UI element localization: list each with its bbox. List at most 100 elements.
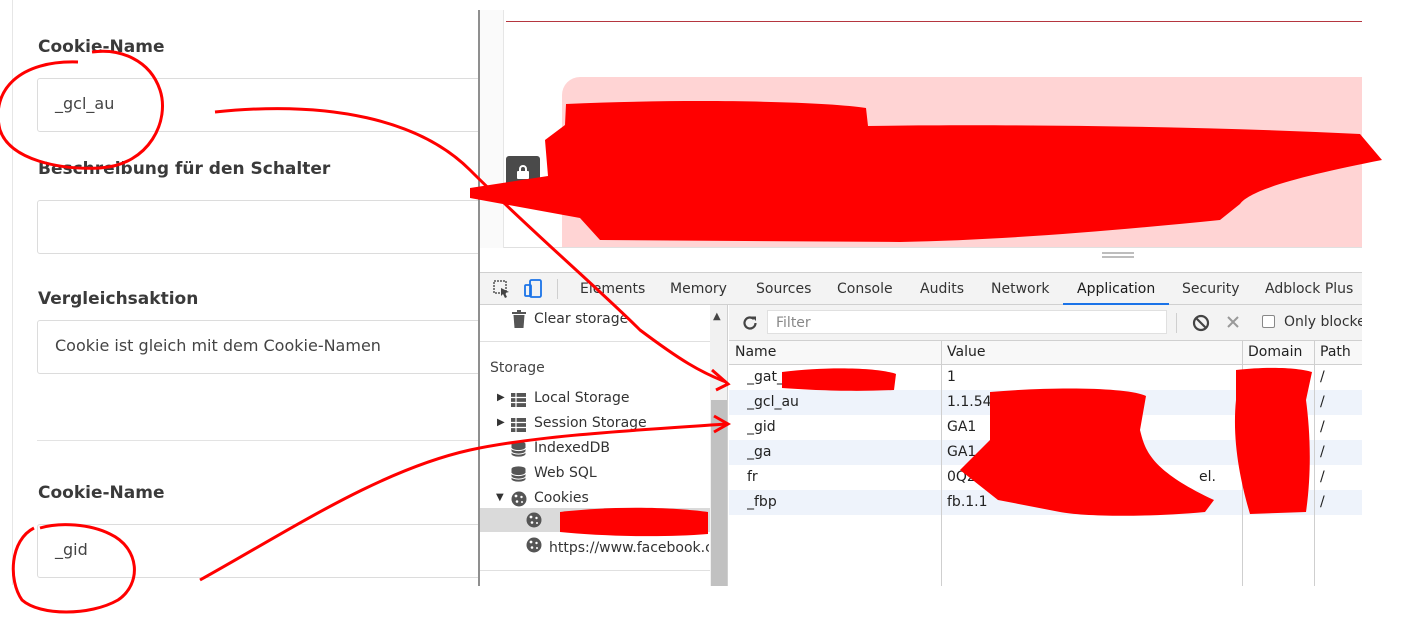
tab-network[interactable]: Network xyxy=(991,273,1049,305)
table-row[interactable]: _ga GA1 / xyxy=(729,440,1362,465)
preview-bottom-border xyxy=(504,247,1362,248)
cookie-banner xyxy=(562,77,1362,247)
cookie-name-input-1[interactable]: _gcl_au xyxy=(37,78,487,132)
column-divider xyxy=(941,341,942,586)
sidebar-item-local-storage[interactable]: Local Storage xyxy=(534,390,630,406)
column-header-name[interactable]: Name xyxy=(729,341,941,365)
cookie-path-cell: / xyxy=(1320,419,1325,435)
cookie-value-cell: 1 xyxy=(947,369,956,385)
database-icon xyxy=(511,441,526,457)
tab-application[interactable]: Application xyxy=(1063,273,1170,305)
table-row[interactable]: _fbp fb.1.1 / xyxy=(729,490,1362,515)
compare-action-label: Vergleichsaktion xyxy=(38,289,199,309)
column-divider xyxy=(1314,341,1315,586)
cookie-icon xyxy=(511,491,527,507)
cookie-value-cell: 0Q2i xyxy=(947,469,980,485)
preview-left-bar xyxy=(480,10,504,248)
cookie-path-cell: / xyxy=(1320,469,1325,485)
only-blocked-checkbox[interactable] xyxy=(1262,315,1275,328)
cookie-name-cell: fr xyxy=(747,469,758,485)
sidebar-item-web-sql[interactable]: Web SQL xyxy=(534,465,597,481)
column-header-value[interactable]: Value xyxy=(941,341,1242,365)
column-header-path[interactable]: Path xyxy=(1314,341,1362,365)
cookie-path-cell: / xyxy=(1320,369,1325,385)
cookie-icon xyxy=(526,512,542,528)
cookie-name-label-2: Cookie-Name xyxy=(38,483,165,503)
column-header-domain[interactable]: Domain xyxy=(1242,341,1314,365)
grid-icon xyxy=(511,418,526,432)
lock-icon xyxy=(517,165,529,179)
triangle-down-icon[interactable]: ▼ xyxy=(496,492,504,503)
application-sidebar: Clear storage Storage ▶ Local Storage ▶ … xyxy=(480,305,728,586)
sidebar-divider xyxy=(480,570,710,571)
cookie-name-cell: _fbp xyxy=(747,494,777,510)
cookie-value-cell: GA1 xyxy=(947,444,977,460)
tab-adblock-plus[interactable]: Adblock Plus xyxy=(1265,273,1353,305)
tab-sources[interactable]: Sources xyxy=(756,273,811,305)
tab-console[interactable]: Console xyxy=(837,273,893,305)
triangle-right-icon[interactable]: ▶ xyxy=(497,392,505,403)
compare-action-select[interactable]: Cookie ist gleich mit dem Cookie-Namen xyxy=(37,320,487,374)
sidebar-item-cookies[interactable]: Cookies xyxy=(534,490,589,506)
drawer-resize-handle[interactable] xyxy=(1102,252,1134,258)
lock-button[interactable] xyxy=(506,156,540,188)
form-left-border xyxy=(12,0,13,585)
cookie-icon xyxy=(526,537,542,553)
cookie-name-cell: _gid xyxy=(747,419,776,435)
tab-memory[interactable]: Memory xyxy=(670,273,727,305)
table-row[interactable]: _gcl_au 1.1.54 / xyxy=(729,390,1362,415)
sidebar-selected-origin-row[interactable] xyxy=(480,508,710,532)
block-icon[interactable] xyxy=(1192,314,1210,332)
cookies-panel: Filter Only blocke Name Value Domain Pat… xyxy=(729,305,1362,586)
switch-description-input[interactable] xyxy=(37,200,487,254)
tab-audits[interactable]: Audits xyxy=(920,273,964,305)
cookie-path-cell: / xyxy=(1320,394,1325,410)
preview-top-rule xyxy=(506,21,1362,22)
cookie-name-cell: _ga xyxy=(747,444,772,460)
page-preview xyxy=(480,10,1362,272)
form-divider xyxy=(37,440,480,441)
sidebar-divider xyxy=(480,341,710,342)
switch-description-label: Beschreibung für den Schalter xyxy=(38,159,331,179)
cookies-filter-bar: Filter Only blocke xyxy=(729,305,1362,341)
column-divider xyxy=(1242,341,1243,586)
inspect-icon[interactable] xyxy=(492,279,512,299)
storage-heading: Storage xyxy=(490,360,545,376)
only-blocked-label: Only blocke xyxy=(1284,314,1362,330)
sidebar-scroll-thumb[interactable] xyxy=(711,400,727,586)
table-row[interactable]: _gat_ 1 / xyxy=(729,365,1362,390)
tab-elements[interactable]: Elements xyxy=(580,273,645,305)
filter-separator xyxy=(1176,313,1177,333)
cookie-value-tail: el. xyxy=(1199,469,1216,485)
cookie-value-cell: 1.1.54 xyxy=(947,394,992,410)
devtools-tabbar: Elements Memory Sources Console Audits N… xyxy=(480,272,1362,305)
triangle-right-icon[interactable]: ▶ xyxy=(497,417,505,428)
cookie-path-cell: / xyxy=(1320,494,1325,510)
clear-storage-item[interactable]: Clear storage xyxy=(534,311,628,327)
device-toolbar-icon[interactable] xyxy=(524,279,544,299)
cookies-table: Name Value Domain Path _gat_ 1 / _gcl_au… xyxy=(729,341,1362,586)
tab-security[interactable]: Security xyxy=(1182,273,1240,305)
cookie-value-cell: GA1 xyxy=(947,419,977,435)
scroll-up-icon[interactable]: ▲ xyxy=(713,311,721,322)
sidebar-item-facebook-origin[interactable]: https://www.facebook.co xyxy=(549,540,709,556)
cookie-name-label-1: Cookie-Name xyxy=(38,37,165,57)
sidebar-item-session-storage[interactable]: Session Storage xyxy=(534,415,647,431)
clear-icon[interactable] xyxy=(1226,315,1240,329)
refresh-icon[interactable] xyxy=(741,314,759,332)
devtools-window: Elements Memory Sources Console Audits N… xyxy=(478,10,1362,586)
grid-icon xyxy=(511,393,526,407)
cookie-path-cell: / xyxy=(1320,444,1325,460)
sidebar-item-indexeddb[interactable]: IndexedDB xyxy=(534,440,610,456)
trash-icon xyxy=(512,310,526,328)
table-row[interactable]: fr 0Q2i el. / xyxy=(729,465,1362,490)
cookie-name-cell: _gat_ xyxy=(747,369,784,385)
cookie-name-input-2[interactable]: _gid xyxy=(37,524,487,578)
toolbar-separator xyxy=(557,279,558,299)
cookie-name-cell: _gcl_au xyxy=(747,394,799,410)
table-row[interactable]: _gid GA1 / xyxy=(729,415,1362,440)
cookie-settings-form: Cookie-Name _gcl_au Beschreibung für den… xyxy=(0,0,487,641)
database-icon xyxy=(511,466,526,482)
cookies-filter-input[interactable]: Filter xyxy=(767,310,1167,334)
cookie-value-cell: fb.1.1 xyxy=(947,494,988,510)
